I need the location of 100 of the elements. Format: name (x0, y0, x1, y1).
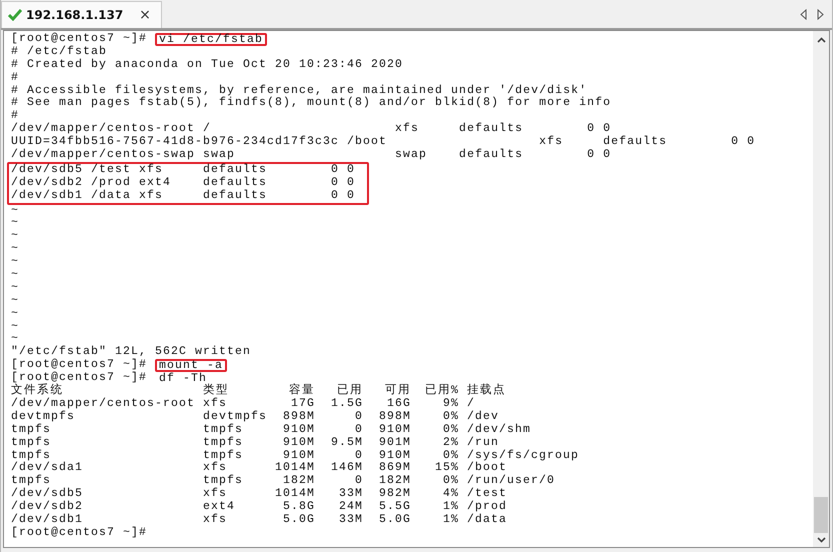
terminal-line: "/etc/fstab" 12L, 562C written (11, 346, 252, 358)
table-cell-text: 0% (442, 424, 459, 437)
table-cell-text: devtmpfs (11, 410, 76, 424)
table-cell-text: 0 (354, 410, 363, 424)
right-triangle-icon[interactable] (817, 8, 824, 20)
terminal-line: ~ (11, 243, 20, 256)
table-cell-text: devtmpfs (203, 410, 268, 424)
session-tab[interactable]: 192.168.1.137 × (1, 1, 162, 28)
terminal-line: ~ (11, 230, 20, 244)
terminal-line: UUID=34fbb516-7567-41d8-b976-234cd17f3c3c /boot xfs defaults 0 0 (11, 136, 756, 148)
table-cell-text: 5.0G (378, 514, 411, 527)
table-cell-text: 869M (378, 462, 411, 475)
table-cell-text: 9% (442, 398, 459, 411)
table-cell-text: 898M (378, 410, 411, 424)
terminal-line: /dev/sdb2 /prod ext4 defaults 0 0 (11, 176, 356, 190)
table-cell-text: 5.5G (378, 501, 411, 514)
terminal-line: ~ (11, 308, 20, 321)
terminal-line: ~ (11, 282, 20, 295)
table-cell-text: 4% (442, 488, 459, 501)
table-cell-text: 9.5M (330, 436, 363, 450)
scroll-down-icon[interactable] (816, 537, 826, 543)
terminal-line: /dev/mapper/centos-root / xfs defaults 0 0 (11, 123, 612, 136)
terminal-line: /dev/mapper/centos-swap swap swap defaults 0 0 (11, 149, 612, 162)
table-cell-text: / (467, 398, 476, 410)
table-cell-text: 898M (282, 410, 315, 424)
table-cell-text: 910M (378, 450, 411, 462)
terminal-line: ~ (11, 269, 20, 282)
table-cell-text: /run/user/0 (467, 475, 556, 488)
table-cell-text: 910M (378, 424, 411, 437)
table-cell-text: 1% (442, 514, 459, 527)
table-cell: /run (467, 436, 500, 450)
table-cell: /data (467, 514, 508, 527)
table-cell-text: 33M (338, 488, 363, 501)
highlighted-command: vi /etc/fstab (155, 33, 268, 46)
table-cell-text: 982M (378, 488, 411, 501)
table-cell-text: 5.8G (282, 501, 315, 514)
table-cell-text: 0 (354, 450, 363, 462)
column-header: 容量 (288, 385, 315, 398)
table-cell-text: tmpfs (203, 436, 244, 450)
table-cell-text: /dev/sdb2 (11, 501, 84, 514)
table-cell-text: 1014M (275, 462, 315, 475)
scrollbar-thumb[interactable] (814, 497, 828, 533)
table-cell-text: 2% (442, 436, 459, 450)
table-cell-text: 0% (442, 450, 459, 462)
table-cell-text: 1% (442, 501, 459, 514)
table-cell-text: 182M (378, 475, 411, 488)
terminal-line: # See man pages fstab(5), findfs(8), mount(8) and/or blkid(8) for more info (11, 97, 612, 110)
table-cell-text: xfs (203, 488, 228, 501)
scrollbar[interactable] (813, 31, 829, 547)
table-cell-text: xfs (203, 514, 228, 527)
column-header: 已用 (336, 385, 363, 398)
table-cell-text: /dev (467, 410, 500, 424)
terminal-line: ~ (11, 256, 20, 270)
table-cell-text: 17G (290, 398, 315, 411)
table-cell-text: 24M (338, 501, 363, 514)
terminal-line: /dev/sdb5 /test xfs defaults 0 0 (11, 164, 356, 176)
table-cell-text: xfs (203, 462, 228, 474)
terminal-line: ~ (11, 204, 20, 218)
terminal-line: ~ (11, 294, 20, 308)
column-header: 已用% (424, 385, 459, 398)
shell-prompt: [root@centos7 ~]# (11, 371, 148, 384)
scroll-up-icon[interactable] (816, 37, 826, 43)
table-cell-text: 16G (386, 398, 411, 411)
table-cell-text: 33M (338, 514, 363, 527)
table-cell-text: 0 (354, 424, 363, 437)
close-icon[interactable]: × (139, 7, 151, 23)
table-cell-text: 182M (282, 475, 315, 488)
table-cell-text: 910M (282, 450, 315, 462)
table-cell-text: ext4 (203, 501, 236, 514)
left-triangle-icon[interactable] (800, 8, 807, 20)
table-cell-text: 1.5G (330, 398, 363, 411)
shell-prompt: [root@centos7 ~]# (11, 32, 148, 45)
table-cell-text: 910M (282, 436, 315, 450)
column-header: 文件系统 (11, 385, 64, 398)
highlighted-command: mount -a (155, 359, 228, 372)
table-cell-text: 146M (330, 462, 363, 475)
table-cell-text: 0 (354, 475, 363, 488)
shell-prompt: [root@centos7 ~]# (11, 526, 148, 539)
table-cell-text: tmpfs (11, 436, 52, 450)
column-header: 类型 (203, 385, 230, 398)
check-icon (8, 9, 22, 21)
table-cell-text: tmpfs (203, 450, 244, 462)
terminal-line: # Created by anaconda on Tue Oct 20 10:23:46 2020 (11, 58, 404, 72)
table-cell-text: xfs (203, 398, 228, 410)
table-cell-text: /dev/sda1 (11, 462, 84, 474)
table-cell-text: 901M (378, 436, 411, 450)
tab-label: 192.168.1.137 (26, 8, 124, 22)
table-cell-text: /boot (467, 462, 508, 474)
column-header: 挂载点 (467, 385, 506, 398)
column-header: 可用 (384, 385, 411, 398)
table-cell-text: /dev/sdb1 (11, 514, 84, 526)
table-cell-text: 1014M (275, 488, 315, 501)
table-cell-text: tmpfs (203, 424, 244, 436)
table-cell-text: /dev/mapper/centos-root (11, 398, 196, 410)
table-cell-text: tmpfs (11, 424, 52, 436)
table-cell-text: tmpfs (11, 450, 52, 462)
table-cell-text: /dev/sdb5 (11, 488, 84, 500)
shell-prompt: [root@centos7 ~]# (11, 358, 148, 372)
terminal-line: # (11, 110, 20, 122)
table-cell-text: /sys/fs/cgroup (467, 450, 580, 462)
